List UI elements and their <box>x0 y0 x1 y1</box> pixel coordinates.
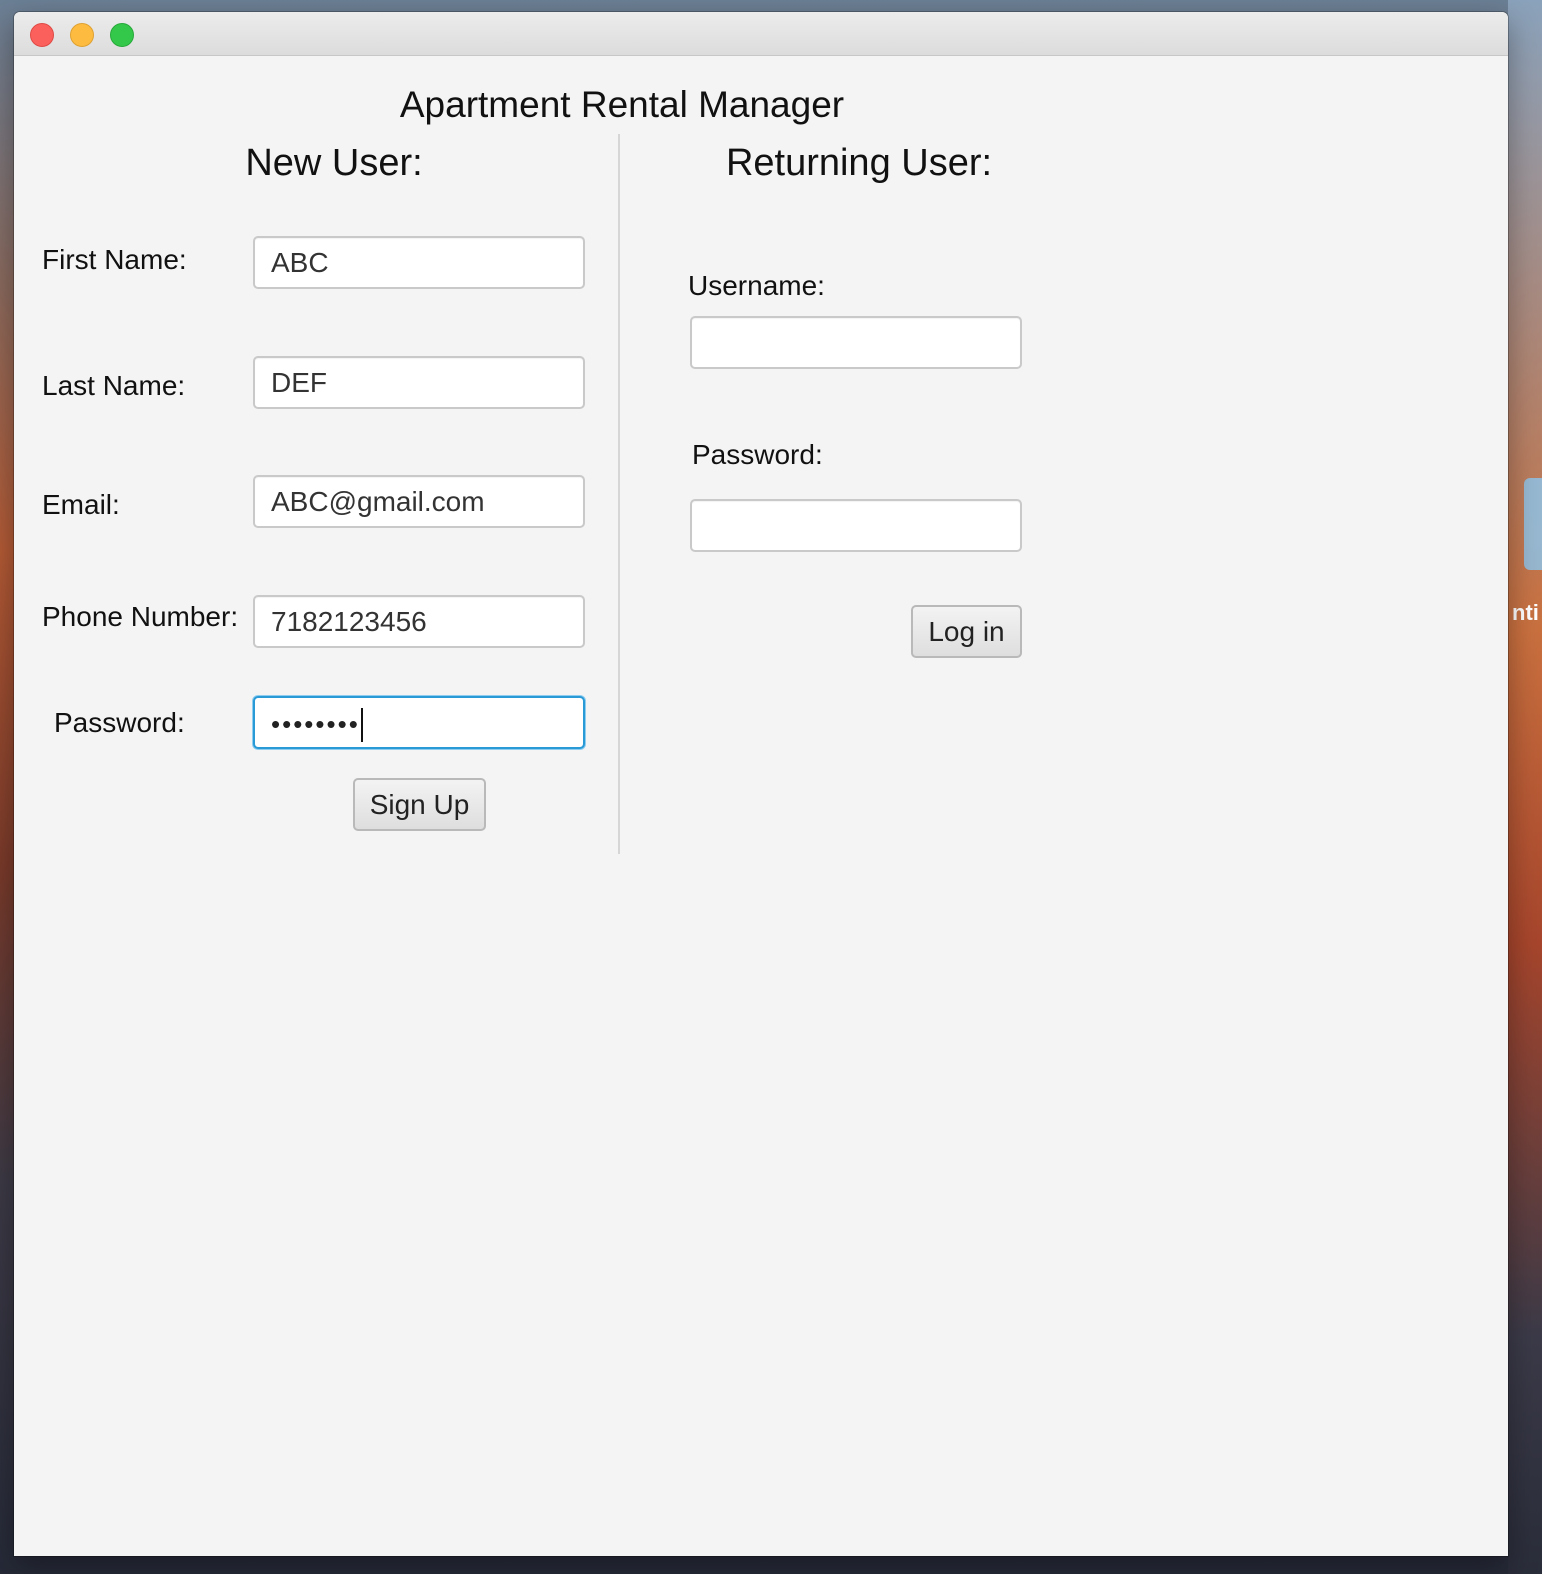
minimize-window-button[interactable] <box>70 23 94 47</box>
title-bar[interactable] <box>14 12 1508 56</box>
section-divider <box>618 134 620 854</box>
password-mask: •••••••• <box>271 709 360 740</box>
email-label: Email: <box>42 489 120 520</box>
phone-number-field[interactable]: 7182123456 <box>253 595 585 648</box>
email-field[interactable]: ABC@gmail.com <box>253 475 585 528</box>
last-name-field[interactable]: DEF <box>253 356 585 409</box>
username-label: Username: <box>688 270 825 301</box>
app-window: Apartment Rental Manager New User: Retur… <box>14 12 1508 1556</box>
first-name-field[interactable]: ABC <box>253 236 585 289</box>
username-field[interactable] <box>690 316 1022 369</box>
returning-password-label: Password: <box>692 439 823 470</box>
phone-number-label: Phone Number: <box>42 601 239 632</box>
first-name-label: First Name: <box>42 244 187 275</box>
text-caret <box>360 707 363 742</box>
returning-password-field[interactable] <box>690 499 1022 552</box>
log-in-button[interactable]: Log in <box>911 605 1022 658</box>
returning-user-heading: Returning User: <box>725 142 993 184</box>
window-content: Apartment Rental Manager New User: Retur… <box>14 56 1508 1556</box>
close-window-button[interactable] <box>30 23 54 47</box>
desktop-peek-label: nti <box>1512 600 1539 625</box>
desktop-peek-tile <box>1524 478 1542 570</box>
desktop-background <box>1508 0 1542 1574</box>
sign-up-button[interactable]: Sign Up <box>353 778 486 831</box>
new-password-label: Password: <box>54 707 185 738</box>
app-title: Apartment Rental Manager <box>399 84 845 125</box>
last-name-label: Last Name: <box>42 370 186 401</box>
zoom-window-button[interactable] <box>110 23 134 47</box>
new-user-heading: New User: <box>245 142 423 184</box>
new-password-field[interactable]: •••••••• <box>253 696 585 749</box>
